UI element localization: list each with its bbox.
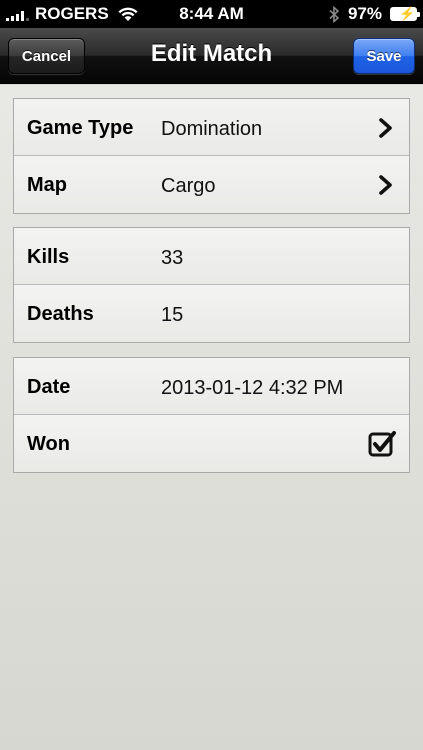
row-value: 33 (161, 247, 184, 269)
row-value: 2013-01-12 4:32 PM (161, 377, 344, 399)
row-label: Game Type (27, 117, 134, 139)
row-game-type[interactable]: Game Type Domination (14, 99, 409, 156)
row-label: Won (27, 433, 70, 455)
row-deaths[interactable]: Deaths 15 (14, 285, 409, 342)
status-bar: ROGERS 8:44 AM 97% ⚡ (0, 0, 423, 28)
row-value: 15 (161, 304, 184, 326)
status-right: 97% ⚡ (329, 4, 420, 24)
row-label: Kills (27, 246, 70, 268)
row-label: Deaths (27, 303, 94, 325)
row-label: Date (27, 376, 71, 398)
battery-percent: 97% (347, 4, 382, 23)
row-map[interactable]: Map Cargo (14, 156, 409, 213)
chevron-right-icon (379, 175, 392, 195)
row-won[interactable]: Won (14, 415, 409, 472)
group-result: Date 2013-01-12 4:32 PM Won (13, 357, 410, 473)
navigation-bar: Cancel Edit Match Save (0, 28, 423, 84)
row-kills[interactable]: Kills 33 (14, 228, 409, 285)
group-game-settings: Game Type Domination Map Cargo (13, 98, 410, 214)
save-button[interactable]: Save (353, 38, 415, 74)
row-date[interactable]: Date 2013-01-12 4:32 PM (14, 358, 409, 415)
battery-charging-icon: ⚡ (390, 6, 420, 21)
checkbox-checked-icon[interactable] (367, 429, 397, 459)
group-stats: Kills 33 Deaths 15 (13, 227, 410, 343)
chevron-right-icon (379, 118, 392, 138)
row-value: Domination (161, 118, 263, 140)
row-label: Map (27, 174, 67, 196)
row-value: Cargo (161, 175, 216, 197)
bluetooth-icon (329, 5, 340, 23)
edit-match-form: Game Type Domination Map Cargo Kills 33 … (0, 85, 423, 750)
